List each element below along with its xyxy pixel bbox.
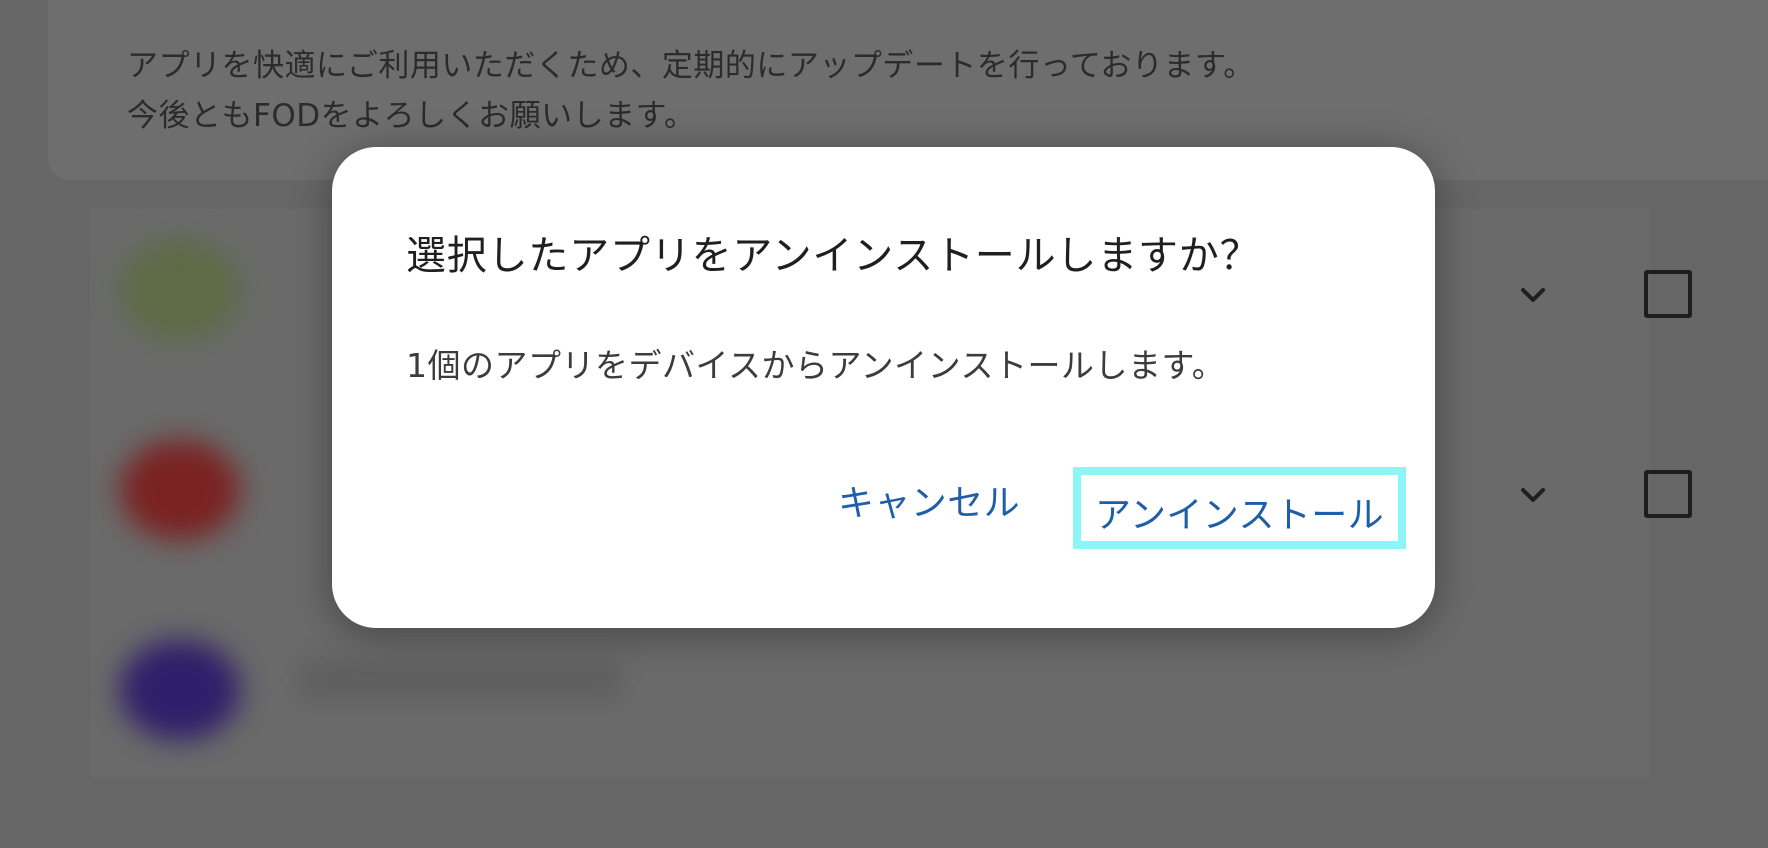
chevron-down-icon[interactable]: [1518, 480, 1548, 510]
app-icon: [120, 640, 240, 740]
dialog-message: 1個のアプリをデバイスからアンインストールします。: [406, 346, 1226, 385]
blurred-app-name: [300, 660, 620, 700]
app-icon: [120, 240, 240, 340]
notice-text-line-1: アプリを快適にご利用いただくため、定期的にアップデートを行っております。: [127, 48, 1255, 84]
uninstall-confirm-dialog: 選択したアプリをアンインストールしますか？ 1個のアプリをデバイスからアンインス…: [332, 147, 1435, 628]
cancel-button[interactable]: キャンセル: [818, 469, 1040, 539]
chevron-down-icon[interactable]: [1518, 280, 1548, 310]
notice-text-line-2: 今後ともFODをよろしくお願いします。: [127, 98, 696, 134]
select-app-checkbox[interactable]: [1644, 270, 1692, 318]
app-icon: [120, 440, 240, 540]
uninstall-button[interactable]: アンインストール: [1073, 467, 1407, 549]
dialog-title: 選択したアプリをアンインストールしますか？: [406, 233, 1261, 279]
select-app-checkbox[interactable]: [1644, 470, 1692, 518]
